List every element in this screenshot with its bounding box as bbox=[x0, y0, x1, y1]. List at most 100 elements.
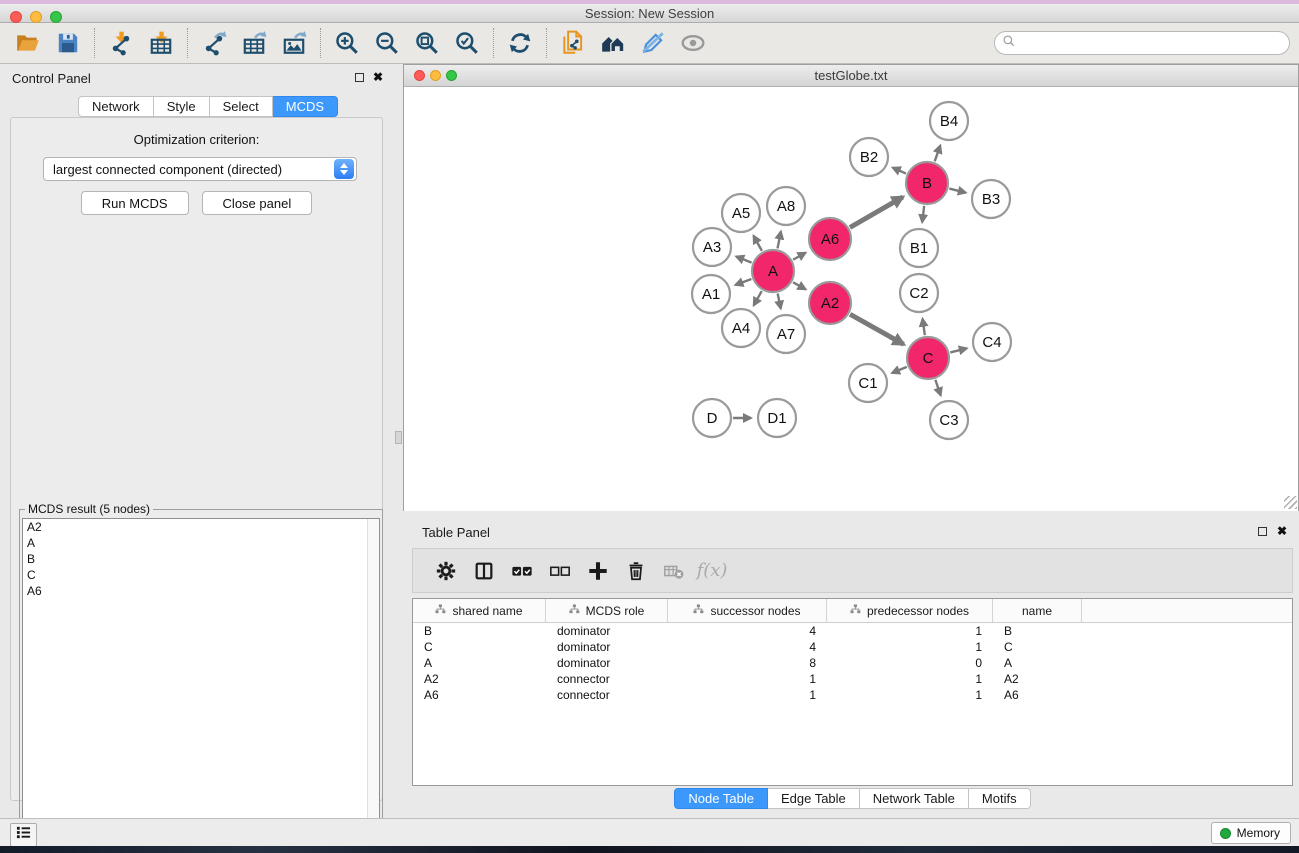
column-header-name[interactable]: name bbox=[993, 599, 1082, 622]
edge-A2-C[interactable] bbox=[850, 314, 904, 344]
node-B1[interactable]: B1 bbox=[900, 229, 938, 267]
edge-B-B4[interactable] bbox=[935, 146, 941, 162]
window-resize-grip[interactable] bbox=[1284, 496, 1297, 509]
tab-network[interactable]: Network bbox=[78, 96, 154, 117]
show-details-icon[interactable] bbox=[673, 26, 713, 60]
tab-node-table[interactable]: Node Table bbox=[674, 788, 768, 809]
refresh-icon[interactable] bbox=[500, 26, 540, 60]
mcds-result-list[interactable]: A2ABCA6 bbox=[22, 518, 380, 844]
float-panel-icon[interactable] bbox=[355, 73, 364, 82]
edge-C-C3[interactable] bbox=[935, 380, 940, 396]
mcds-result-item[interactable]: A bbox=[23, 535, 379, 551]
network-window-titlebar[interactable]: testGlobe.txt bbox=[404, 65, 1298, 87]
edge-A-A8[interactable] bbox=[778, 231, 781, 248]
tab-mcds[interactable]: MCDS bbox=[273, 96, 338, 117]
search-box[interactable] bbox=[994, 31, 1290, 55]
node-C1[interactable]: C1 bbox=[849, 364, 887, 402]
table-row[interactable]: Cdominator41C bbox=[413, 639, 1292, 655]
import-table-icon[interactable] bbox=[141, 26, 181, 60]
node-A4[interactable]: A4 bbox=[722, 309, 760, 347]
split-columns-icon[interactable] bbox=[465, 555, 503, 587]
clone-network-icon[interactable] bbox=[553, 26, 593, 60]
node-A[interactable]: A bbox=[752, 250, 794, 292]
node-B[interactable]: B bbox=[906, 162, 948, 204]
zoom-out-icon[interactable] bbox=[367, 26, 407, 60]
close-panel-button[interactable]: Close panel bbox=[202, 191, 313, 215]
hide-annotations-icon[interactable] bbox=[633, 26, 673, 60]
vertical-splitter-handle[interactable] bbox=[395, 431, 402, 444]
close-panel-icon[interactable]: ✖ bbox=[373, 72, 383, 82]
node-D1[interactable]: D1 bbox=[758, 399, 796, 437]
edge-A-A6[interactable] bbox=[793, 253, 806, 260]
node-A3[interactable]: A3 bbox=[693, 228, 731, 266]
edge-C-C1[interactable] bbox=[892, 367, 907, 373]
node-C4[interactable]: C4 bbox=[973, 323, 1011, 361]
close-table-panel-icon[interactable]: ✖ bbox=[1277, 526, 1287, 536]
mcds-result-item[interactable]: A6 bbox=[23, 583, 379, 599]
column-header-shared-name[interactable]: shared name bbox=[413, 599, 546, 622]
zoom-fit-icon[interactable] bbox=[407, 26, 447, 60]
edge-A-A4[interactable] bbox=[754, 291, 762, 305]
add-column-icon[interactable] bbox=[579, 555, 617, 587]
table-row[interactable]: A2connector11A2 bbox=[413, 671, 1292, 687]
export-image-icon[interactable] bbox=[274, 26, 314, 60]
settings-gear-icon[interactable] bbox=[427, 555, 465, 587]
import-network-icon[interactable] bbox=[101, 26, 141, 60]
node-C2[interactable]: C2 bbox=[900, 274, 938, 312]
edge-A-A1[interactable] bbox=[735, 279, 751, 285]
zoom-selected-icon[interactable] bbox=[447, 26, 487, 60]
node-A5[interactable]: A5 bbox=[722, 194, 760, 232]
edge-A-A7[interactable] bbox=[778, 294, 781, 309]
open-file-icon[interactable] bbox=[8, 26, 48, 60]
node-D[interactable]: D bbox=[693, 399, 731, 437]
node-C3[interactable]: C3 bbox=[930, 401, 968, 439]
run-mcds-button[interactable]: Run MCDS bbox=[81, 191, 189, 215]
export-table-icon[interactable] bbox=[234, 26, 274, 60]
criterion-dropdown[interactable]: largest connected component (directed) bbox=[43, 157, 357, 181]
deselect-all-icon[interactable] bbox=[541, 555, 579, 587]
tab-style[interactable]: Style bbox=[154, 96, 210, 117]
edge-A6-B[interactable] bbox=[850, 197, 903, 228]
edge-A-A2[interactable] bbox=[793, 282, 806, 289]
tab-select[interactable]: Select bbox=[210, 96, 273, 117]
search-input[interactable] bbox=[1020, 36, 1289, 51]
node-B4[interactable]: B4 bbox=[930, 102, 968, 140]
edge-A-A5[interactable] bbox=[754, 236, 762, 251]
node-A1[interactable]: A1 bbox=[692, 275, 730, 313]
tab-network-table[interactable]: Network Table bbox=[860, 788, 969, 809]
result-list-scrollbar[interactable] bbox=[367, 519, 379, 843]
mcds-result-item[interactable]: A2 bbox=[23, 519, 379, 535]
home-icon[interactable] bbox=[593, 26, 633, 60]
node-B3[interactable]: B3 bbox=[972, 180, 1010, 218]
table-row[interactable]: Adominator80A bbox=[413, 655, 1292, 671]
column-header-predecessor-nodes[interactable]: predecessor nodes bbox=[827, 599, 993, 622]
edge-B-B3[interactable] bbox=[949, 189, 965, 193]
save-session-icon[interactable] bbox=[48, 26, 88, 60]
edge-C-C2[interactable] bbox=[923, 319, 925, 335]
delete-column-icon[interactable] bbox=[617, 555, 655, 587]
node-A2[interactable]: A2 bbox=[809, 282, 851, 324]
edge-B-B1[interactable] bbox=[922, 206, 924, 222]
column-header-successor-nodes[interactable]: successor nodes bbox=[668, 599, 827, 622]
task-history-button[interactable] bbox=[10, 823, 37, 847]
export-network-icon[interactable] bbox=[194, 26, 234, 60]
node-B2[interactable]: B2 bbox=[850, 138, 888, 176]
float-table-panel-icon[interactable] bbox=[1258, 527, 1267, 536]
node-A6[interactable]: A6 bbox=[809, 218, 851, 260]
node-A8[interactable]: A8 bbox=[767, 187, 805, 225]
tab-motifs[interactable]: Motifs bbox=[969, 788, 1031, 809]
table-row[interactable]: A6connector11A6 bbox=[413, 687, 1292, 703]
edge-A-A3[interactable] bbox=[736, 257, 751, 263]
edge-B-B2[interactable] bbox=[893, 168, 906, 174]
node-A7[interactable]: A7 bbox=[767, 315, 805, 353]
memory-button[interactable]: Memory bbox=[1211, 822, 1291, 844]
column-header-MCDS-role[interactable]: MCDS role bbox=[546, 599, 668, 622]
edge-C-C4[interactable] bbox=[950, 348, 966, 352]
network-canvas[interactable]: A A6 A2 B C A5A8 A3 A1A4A7 B2 B4 B3 B1 C2 C4 C1 C3 D D1 bbox=[404, 87, 1298, 511]
mcds-result-item[interactable]: C bbox=[23, 567, 379, 583]
node-C[interactable]: C bbox=[907, 337, 949, 379]
zoom-in-icon[interactable] bbox=[327, 26, 367, 60]
select-all-icon[interactable] bbox=[503, 555, 541, 587]
table-row[interactable]: Bdominator41B bbox=[413, 623, 1292, 639]
tab-edge-table[interactable]: Edge Table bbox=[768, 788, 860, 809]
